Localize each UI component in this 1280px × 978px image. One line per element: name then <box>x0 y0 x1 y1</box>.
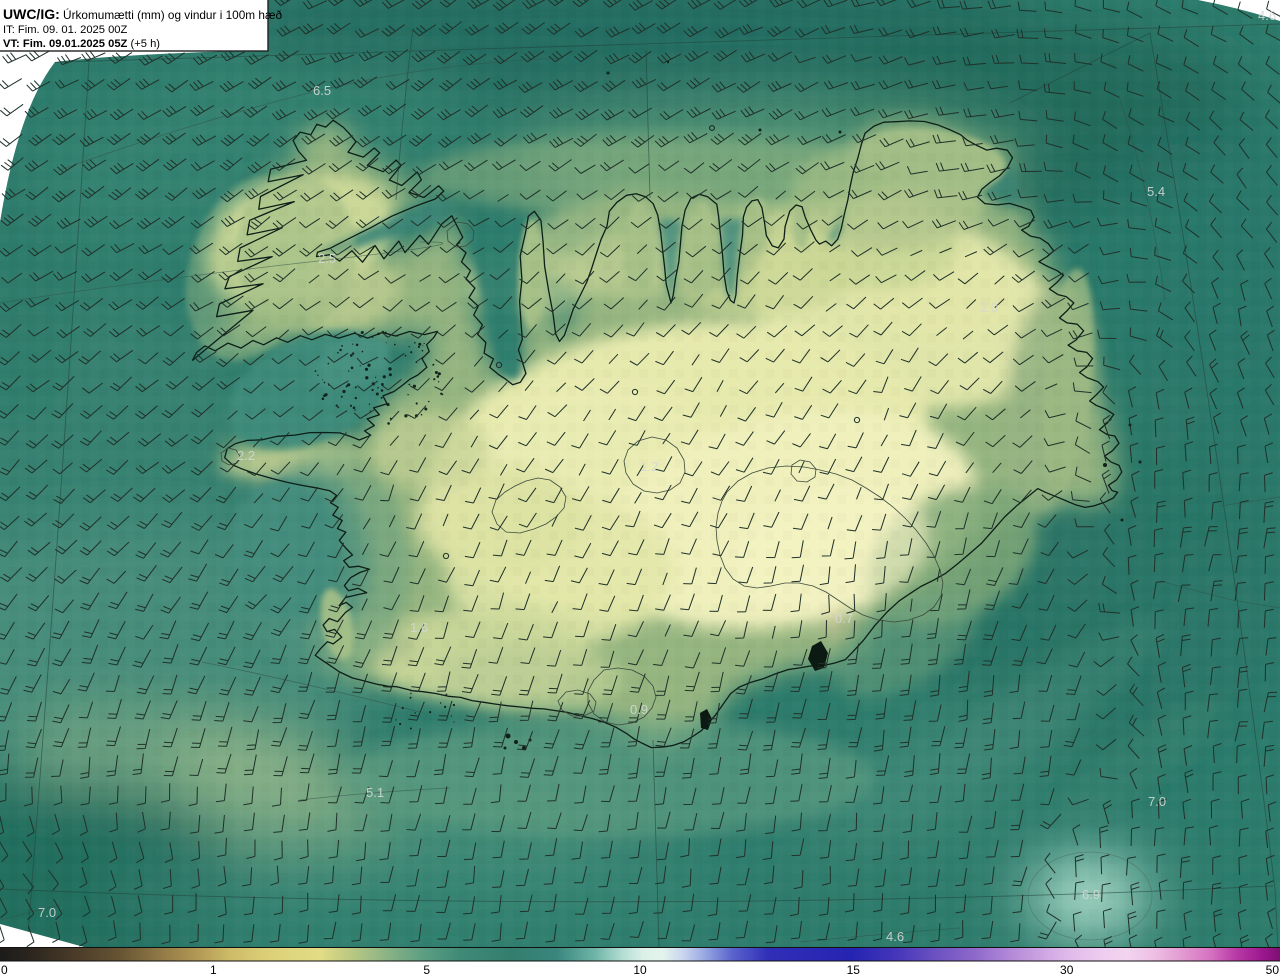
svg-text:4.6: 4.6 <box>886 929 904 944</box>
svg-text:7.0: 7.0 <box>1148 794 1166 809</box>
svg-text:2.0: 2.0 <box>980 300 998 315</box>
svg-text:0: 0 <box>1 963 8 977</box>
svg-text:5.4: 5.4 <box>1147 184 1165 199</box>
svg-text:1: 1 <box>210 963 217 977</box>
svg-text:50: 50 <box>1266 963 1280 977</box>
svg-text:1.6: 1.6 <box>410 620 428 635</box>
svg-text:VT: Fim. 09.01.2025 05Z (+5 h): VT: Fim. 09.01.2025 05Z (+5 h) <box>3 38 160 50</box>
svg-text:5: 5 <box>423 963 430 977</box>
svg-text:5.1: 5.1 <box>366 785 384 800</box>
svg-text:1.2: 1.2 <box>640 459 658 474</box>
svg-text:6.9: 6.9 <box>1082 887 1100 902</box>
svg-text:2.5: 2.5 <box>318 251 336 266</box>
svg-text:0.9: 0.9 <box>630 702 648 717</box>
svg-text:4.6: 4.6 <box>1258 8 1276 23</box>
svg-text:IT: Fim. 09. 01. 2025 00Z: IT: Fim. 09. 01. 2025 00Z <box>3 24 128 36</box>
svg-text:15: 15 <box>847 963 861 977</box>
svg-text:10: 10 <box>633 963 647 977</box>
svg-text:0.7: 0.7 <box>835 611 853 626</box>
svg-text:30: 30 <box>1060 963 1074 977</box>
svg-text:UWC/IG: Úrkomumætti (mm) og vi: UWC/IG: Úrkomumætti (mm) og vindur i 100… <box>3 6 282 22</box>
svg-text:6.5: 6.5 <box>313 83 331 98</box>
svg-text:7.0: 7.0 <box>38 905 56 920</box>
svg-text:2.2: 2.2 <box>237 448 255 463</box>
